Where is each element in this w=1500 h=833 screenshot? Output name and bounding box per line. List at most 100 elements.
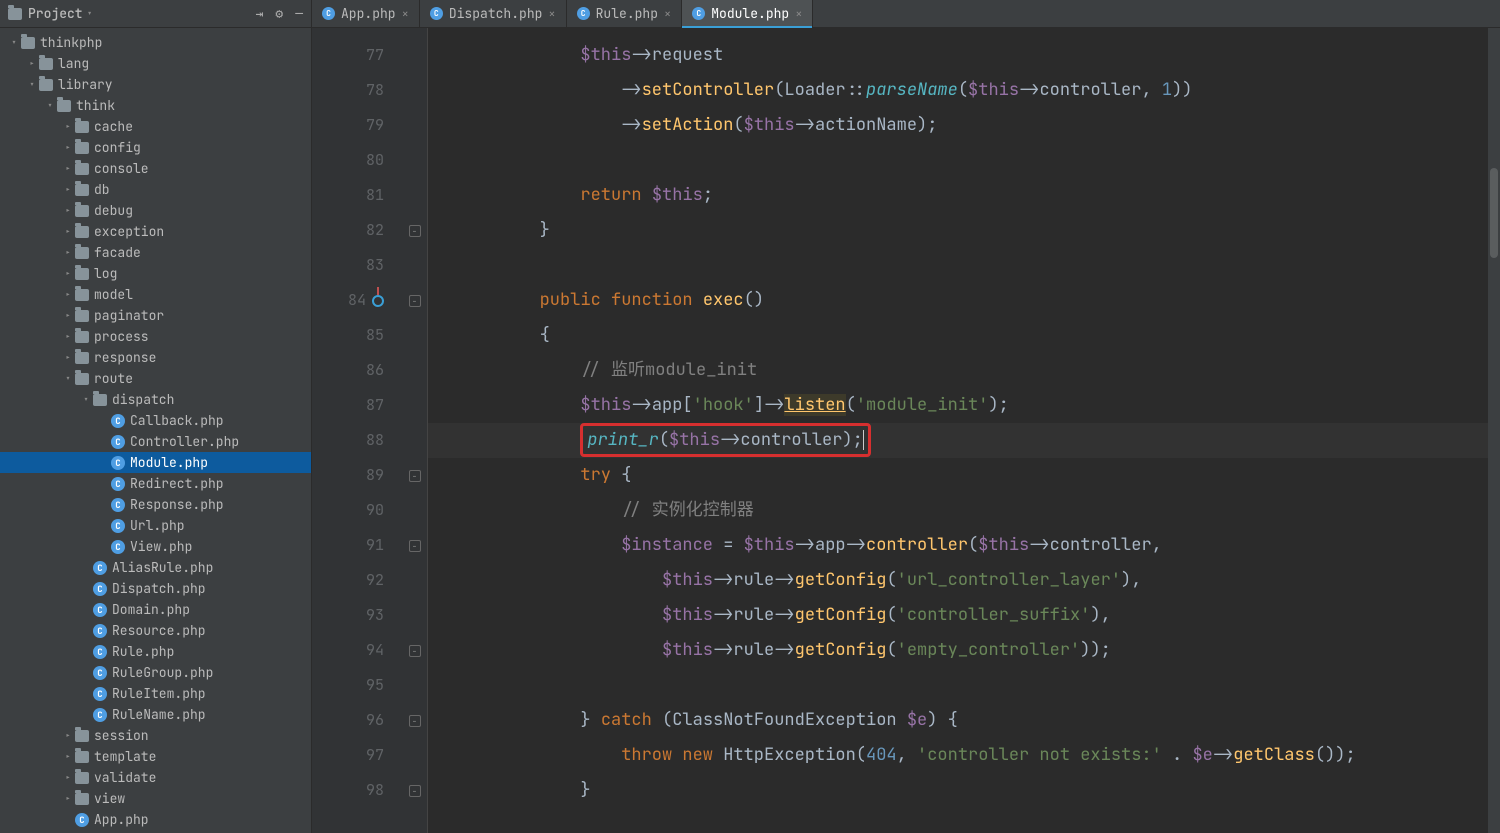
chevron-right-icon[interactable] bbox=[62, 267, 74, 280]
close-icon[interactable]: × bbox=[402, 6, 409, 22]
tab-dispatch-php[interactable]: Dispatch.php× bbox=[420, 0, 567, 27]
code-line[interactable]: ->setController(Loader::parseName($this-… bbox=[428, 73, 1488, 108]
tree-item-controller-php[interactable]: Controller.php bbox=[0, 431, 311, 452]
tree-item-paginator[interactable]: paginator bbox=[0, 305, 311, 326]
code-line[interactable]: $this->request bbox=[428, 38, 1488, 73]
chevron-right-icon[interactable] bbox=[62, 330, 74, 343]
tree-item-domain-php[interactable]: Domain.php bbox=[0, 599, 311, 620]
chevron-down-icon[interactable]: ▾ bbox=[87, 7, 93, 20]
override-indicator-icon[interactable] bbox=[372, 295, 384, 307]
tree-item-template[interactable]: template bbox=[0, 746, 311, 767]
chevron-right-icon[interactable] bbox=[62, 771, 74, 784]
tree-item-ruleitem-php[interactable]: RuleItem.php bbox=[0, 683, 311, 704]
fold-toggle-icon[interactable]: - bbox=[409, 540, 421, 552]
chevron-right-icon[interactable] bbox=[62, 729, 74, 742]
tree-item-config[interactable]: config bbox=[0, 137, 311, 158]
code-line[interactable]: ->setAction($this->actionName); bbox=[428, 108, 1488, 143]
code-line[interactable]: try { bbox=[428, 458, 1488, 493]
fold-toggle-icon[interactable]: - bbox=[409, 225, 421, 237]
code-line[interactable]: public function exec() bbox=[428, 283, 1488, 318]
chevron-right-icon[interactable] bbox=[62, 225, 74, 238]
chevron-right-icon[interactable] bbox=[62, 246, 74, 259]
close-icon[interactable]: × bbox=[664, 6, 671, 22]
tree-item-cache[interactable]: cache bbox=[0, 116, 311, 137]
close-icon[interactable]: × bbox=[548, 6, 555, 22]
tree-item-thinkphp[interactable]: thinkphp bbox=[0, 32, 311, 53]
code-line[interactable]: $this->rule->getConfig('empty_controller… bbox=[428, 633, 1488, 668]
tree-item-url-php[interactable]: Url.php bbox=[0, 515, 311, 536]
chevron-right-icon[interactable] bbox=[62, 288, 74, 301]
tree-item-debug[interactable]: debug bbox=[0, 200, 311, 221]
tree-item-think[interactable]: think bbox=[0, 95, 311, 116]
tree-item-rule-php[interactable]: Rule.php bbox=[0, 641, 311, 662]
chevron-right-icon[interactable] bbox=[26, 57, 38, 70]
tree-item-module-php[interactable]: Module.php bbox=[0, 452, 311, 473]
vertical-scrollbar[interactable] bbox=[1488, 28, 1500, 833]
chevron-right-icon[interactable] bbox=[62, 141, 74, 154]
fold-toggle-icon[interactable]: - bbox=[409, 645, 421, 657]
tab-module-php[interactable]: Module.php× bbox=[682, 0, 813, 27]
tab-app-php[interactable]: App.php× bbox=[312, 0, 420, 27]
code-line[interactable]: // 监听module_init bbox=[428, 353, 1488, 388]
code-line[interactable]: throw new HttpException(404, 'controller… bbox=[428, 738, 1488, 773]
tree-item-rulename-php[interactable]: RuleName.php bbox=[0, 704, 311, 725]
tree-item-response[interactable]: response bbox=[0, 347, 311, 368]
tree-item-dispatch[interactable]: dispatch bbox=[0, 389, 311, 410]
chevron-down-icon[interactable] bbox=[26, 78, 38, 91]
chevron-right-icon[interactable] bbox=[62, 792, 74, 805]
project-tree[interactable]: thinkphplanglibrarythinkcacheconfigconso… bbox=[0, 28, 311, 833]
tree-item-response-php[interactable]: Response.php bbox=[0, 494, 311, 515]
tree-item-process[interactable]: process bbox=[0, 326, 311, 347]
chevron-right-icon[interactable] bbox=[62, 309, 74, 322]
tree-item-dispatch-php[interactable]: Dispatch.php bbox=[0, 578, 311, 599]
code-line[interactable]: $this->rule->getConfig('url_controller_l… bbox=[428, 563, 1488, 598]
tree-item-console[interactable]: console bbox=[0, 158, 311, 179]
chevron-down-icon[interactable] bbox=[80, 393, 92, 406]
chevron-down-icon[interactable] bbox=[44, 99, 56, 112]
code-line[interactable] bbox=[428, 668, 1488, 703]
code-line[interactable]: $this->app['hook']->listen('module_init'… bbox=[428, 388, 1488, 423]
tree-item-session[interactable]: session bbox=[0, 725, 311, 746]
tree-item-view-php[interactable]: View.php bbox=[0, 536, 311, 557]
tree-item-view[interactable]: view bbox=[0, 788, 311, 809]
sidebar-title[interactable]: Project bbox=[28, 5, 83, 22]
chevron-right-icon[interactable] bbox=[62, 351, 74, 364]
tree-item-facade[interactable]: facade bbox=[0, 242, 311, 263]
tree-item-route[interactable]: route bbox=[0, 368, 311, 389]
chevron-right-icon[interactable] bbox=[62, 162, 74, 175]
fold-toggle-icon[interactable]: - bbox=[409, 715, 421, 727]
chevron-right-icon[interactable] bbox=[62, 204, 74, 217]
tree-item-callback-php[interactable]: Callback.php bbox=[0, 410, 311, 431]
code-line[interactable]: // 实例化控制器 bbox=[428, 493, 1488, 528]
fold-toggle-icon[interactable]: - bbox=[409, 295, 421, 307]
chevron-down-icon[interactable] bbox=[8, 36, 20, 49]
tree-item-exception[interactable]: exception bbox=[0, 221, 311, 242]
code-line[interactable] bbox=[428, 143, 1488, 178]
code-line[interactable]: return $this; bbox=[428, 178, 1488, 213]
code-line[interactable] bbox=[428, 248, 1488, 283]
minimize-icon[interactable]: — bbox=[295, 5, 303, 22]
tree-item-app-php[interactable]: App.php bbox=[0, 809, 311, 830]
code-editor[interactable]: $this->request ->setController(Loader::p… bbox=[428, 28, 1488, 833]
code-line[interactable]: } bbox=[428, 773, 1488, 808]
fold-toggle-icon[interactable]: - bbox=[409, 470, 421, 482]
tree-item-resource-php[interactable]: Resource.php bbox=[0, 620, 311, 641]
tab-rule-php[interactable]: Rule.php× bbox=[567, 0, 683, 27]
gear-icon[interactable]: ⚙ bbox=[275, 5, 283, 22]
tree-item-library[interactable]: library bbox=[0, 74, 311, 95]
tree-item-model[interactable]: model bbox=[0, 284, 311, 305]
tree-item-rulegroup-php[interactable]: RuleGroup.php bbox=[0, 662, 311, 683]
collapse-icon[interactable]: ⇥ bbox=[256, 5, 264, 22]
scroll-thumb[interactable] bbox=[1490, 168, 1498, 258]
code-line[interactable]: $instance = $this->app->controller($this… bbox=[428, 528, 1488, 563]
chevron-right-icon[interactable] bbox=[62, 183, 74, 196]
tree-item-lang[interactable]: lang bbox=[0, 53, 311, 74]
code-line[interactable]: } catch (ClassNotFoundException $e) { bbox=[428, 703, 1488, 738]
chevron-right-icon[interactable] bbox=[62, 120, 74, 133]
code-line[interactable]: { bbox=[428, 318, 1488, 353]
chevron-down-icon[interactable] bbox=[62, 372, 74, 385]
close-icon[interactable]: × bbox=[795, 6, 802, 22]
code-line[interactable]: $this->rule->getConfig('controller_suffi… bbox=[428, 598, 1488, 633]
code-line[interactable]: } bbox=[428, 213, 1488, 248]
tree-item-aliasrule-php[interactable]: AliasRule.php bbox=[0, 557, 311, 578]
